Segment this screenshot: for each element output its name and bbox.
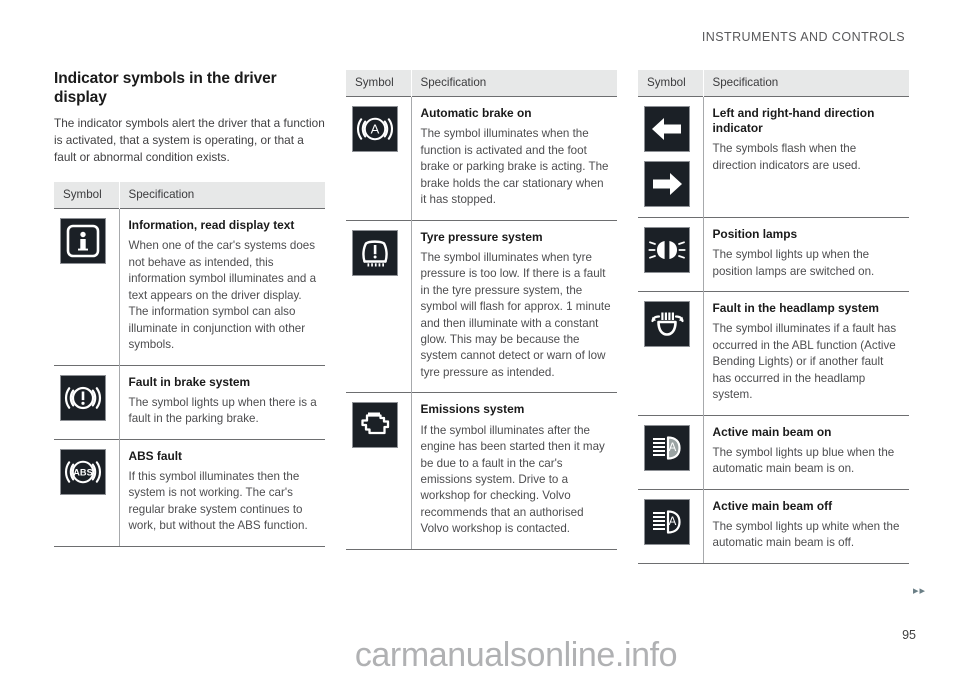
header-symbol: Symbol <box>346 70 412 97</box>
spec-body: The symbol illuminates when the function… <box>420 127 609 207</box>
table-row: ABS ABS fault If this symbol illuminates… <box>54 438 325 547</box>
spec-title: Fault in the headlamp system <box>712 301 880 316</box>
position-lamps-icon <box>644 227 690 273</box>
spec-title: Active main beam on <box>712 424 832 439</box>
specification-cell: Active main beam on The symbol lights up… <box>703 414 909 490</box>
spec-title: Position lamps <box>712 227 798 241</box>
spec-body: The symbol lights up when there is a fau… <box>128 395 317 426</box>
active-main-beam-off-icon: A <box>644 498 690 545</box>
spec-title: Left and right-hand direction indicator <box>712 106 875 136</box>
specification-cell: Active main beam off The symbol lights u… <box>703 488 909 564</box>
specification-cell: ABS fault If this symbol illuminates the… <box>119 438 325 547</box>
running-header: INSTRUMENTS AND CONTROLS <box>701 30 905 44</box>
header-symbol: Symbol <box>638 70 704 97</box>
svg-text:A: A <box>669 516 677 528</box>
symbol-cell: A <box>638 414 704 490</box>
next-page-arrows-icon[interactable]: ▸▸ <box>913 586 926 597</box>
spec-body: The symbol illuminates if a fault has oc… <box>712 322 897 402</box>
symbol-cell <box>346 219 412 393</box>
specification-cell: Tyre pressure system The symbol illumina… <box>411 219 617 393</box>
table-row: Information, read display text When one … <box>54 208 325 365</box>
header-specification: Specification <box>411 70 617 97</box>
direction-indicator-left-icon <box>644 106 690 152</box>
page-title: Indicator symbols in the driver display <box>54 70 277 106</box>
spec-body: The symbol lights up blue when the autom… <box>712 445 895 476</box>
content-column-3: Symbol Specification Left and right-hand… <box>638 70 909 564</box>
symbol-cell <box>54 364 120 440</box>
table-row: Fault in the headlamp system The symbol … <box>638 291 909 416</box>
page-columns: Indicator symbols in the driver display … <box>54 70 909 564</box>
header-specification: Specification <box>119 182 325 209</box>
spec-body: If this symbol illuminates then the syst… <box>128 469 308 533</box>
symbol-cell: ABS <box>54 438 120 547</box>
symbol-table-1: Symbol Specification Information, read d… <box>54 182 325 547</box>
specification-cell: Automatic brake on The symbol illuminate… <box>411 96 617 220</box>
spec-title: ABS fault <box>128 448 183 463</box>
symbol-cell: A <box>638 488 704 564</box>
spec-title: Tyre pressure system <box>420 229 543 244</box>
specification-cell: Left and right-hand direction indicator … <box>703 96 909 218</box>
table-header-row: Symbol Specification <box>54 182 325 209</box>
table-row: A Active main beam off The symbol lights… <box>638 488 909 564</box>
table-header-row: Symbol Specification <box>638 70 909 97</box>
symbol-cell <box>346 392 412 550</box>
spec-body: The symbol lights up when the position l… <box>712 248 875 278</box>
symbol-cell: A <box>346 96 412 220</box>
svg-text:A: A <box>669 442 677 454</box>
table-row: Emissions system If the symbol illuminat… <box>346 392 617 550</box>
tyre-pressure-icon <box>352 229 398 276</box>
header-specification: Specification <box>703 70 909 97</box>
spec-body: The symbol illuminates when tyre pressur… <box>420 250 611 379</box>
specification-cell: Position lamps The symbol lights up when… <box>703 216 909 292</box>
svg-text:ABS: ABS <box>73 467 92 477</box>
table-row: Left and right-hand direction indicator … <box>638 96 909 218</box>
spec-title: Emissions system <box>420 402 525 417</box>
abs-fault-icon: ABS <box>60 448 106 495</box>
symbol-cell <box>638 216 704 292</box>
site-watermark: carmanualsonline.info <box>354 636 678 674</box>
spec-title: Automatic brake on <box>420 106 532 120</box>
information-symbol-icon <box>60 218 106 265</box>
emissions-system-icon <box>352 402 398 449</box>
table-row: Fault in brake system The symbol lights … <box>54 364 325 440</box>
symbol-table-3: Symbol Specification Left and right-hand… <box>638 70 909 564</box>
specification-cell: Fault in the headlamp system The symbol … <box>703 291 909 416</box>
content-column-1: Indicator symbols in the driver display … <box>54 70 325 564</box>
direction-indicator-right-icon <box>644 161 690 207</box>
symbol-cell <box>638 291 704 416</box>
symbol-cell <box>54 208 120 365</box>
intro-paragraph: The indicator symbols alert the driver t… <box>54 115 325 164</box>
automatic-brake-icon: A <box>352 106 398 152</box>
spec-title: Information, read display text <box>128 218 295 233</box>
table-row: A Automatic brake on The symbol illumina… <box>346 96 617 220</box>
spec-body: The symbol lights up white when the auto… <box>712 520 900 550</box>
content-column-2: Symbol Specification A Automatic brake o… <box>346 70 617 564</box>
symbol-table-2: Symbol Specification A Automatic brake o… <box>346 70 617 550</box>
svg-text:A: A <box>371 121 380 136</box>
spec-body: The symbols flash when the direction ind… <box>712 142 861 172</box>
spec-body: If the symbol illuminates after the engi… <box>420 423 605 536</box>
spec-title: Fault in brake system <box>128 374 251 389</box>
headlamp-system-fault-icon <box>644 301 690 348</box>
table-row: A Active main beam on The symbol lights … <box>638 414 909 490</box>
specification-cell: Fault in brake system The symbol lights … <box>119 364 325 440</box>
spec-title: Active main beam off <box>712 498 833 513</box>
brake-system-fault-icon <box>60 374 106 421</box>
header-symbol: Symbol <box>54 182 120 209</box>
specification-cell: Emissions system If the symbol illuminat… <box>411 392 617 550</box>
symbol-cell <box>638 96 704 218</box>
spec-body: When one of the car's systems does not b… <box>128 239 317 352</box>
active-main-beam-on-icon: A <box>644 424 690 471</box>
table-row: Tyre pressure system The symbol illumina… <box>346 219 617 393</box>
table-row: Position lamps The symbol lights up when… <box>638 216 909 292</box>
specification-cell: Information, read display text When one … <box>119 208 325 365</box>
table-header-row: Symbol Specification <box>346 70 617 97</box>
